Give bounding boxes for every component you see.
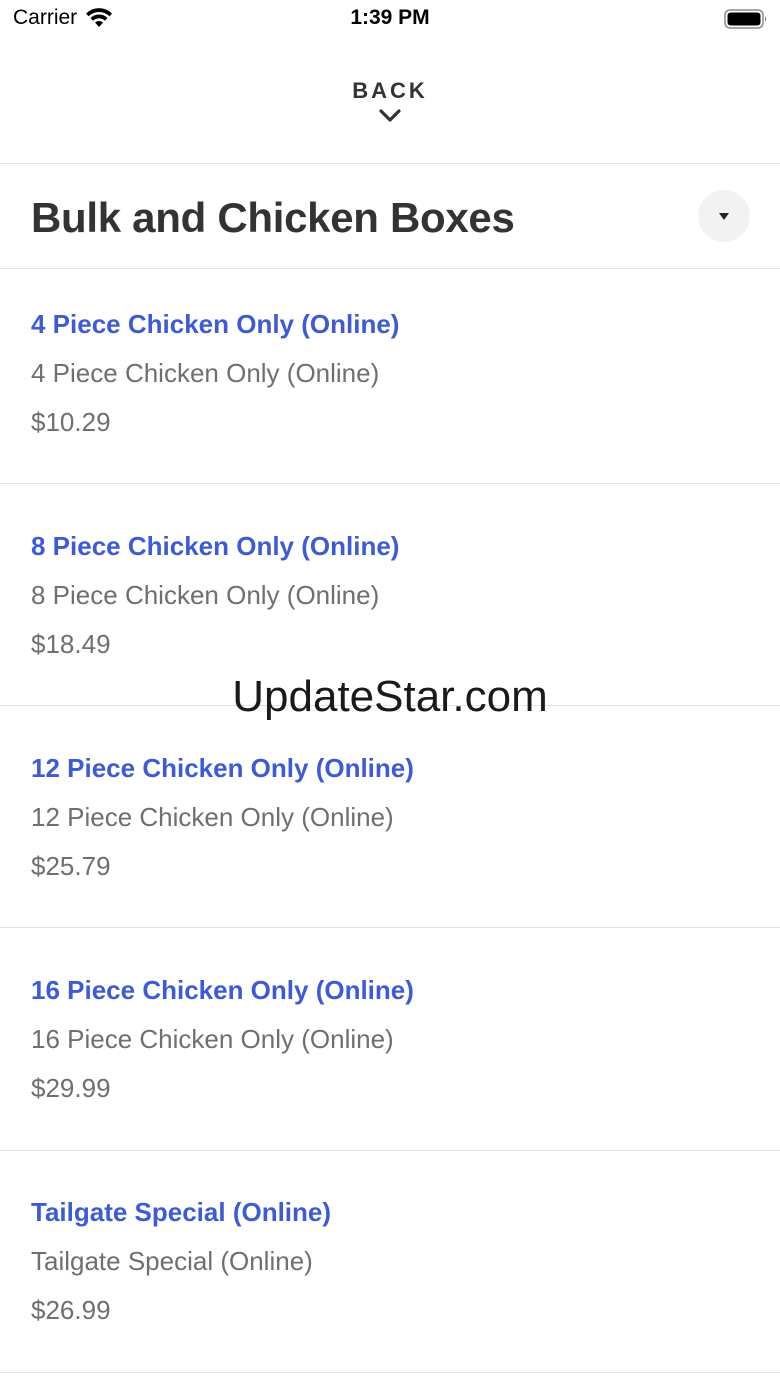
divider: [0, 483, 780, 484]
category-header: Bulk and Chicken Boxes: [0, 164, 780, 268]
divider: [0, 927, 780, 928]
item-description: 16 Piece Chicken Only (Online): [31, 1024, 394, 1054]
item-price: $29.99: [31, 1073, 111, 1103]
item-description: 12 Piece Chicken Only (Online): [31, 802, 394, 832]
menu-item[interactable]: 8 Piece Chicken Only (Online) 8 Piece Ch…: [0, 491, 780, 713]
item-description: 4 Piece Chicken Only (Online): [31, 358, 380, 388]
category-dropdown-button[interactable]: [698, 190, 750, 242]
item-name[interactable]: 16 Piece Chicken Only (Online): [31, 975, 414, 1006]
caret-down-icon: [719, 213, 729, 220]
status-bar: Carrier 1:39 PM: [0, 0, 780, 40]
battery-icon: [724, 9, 768, 29]
menu-item[interactable]: Tailgate Special (Online) Tailgate Speci…: [0, 1157, 780, 1379]
back-label: BACK: [352, 78, 428, 103]
item-price: $26.99: [31, 1295, 111, 1325]
menu-item[interactable]: 16 Piece Chicken Only (Online) 16 Piece …: [0, 935, 780, 1157]
item-name[interactable]: 8 Piece Chicken Only (Online): [31, 531, 399, 562]
category-title: Bulk and Chicken Boxes: [31, 194, 515, 241]
item-description: 8 Piece Chicken Only (Online): [31, 580, 380, 610]
back-button[interactable]: BACK: [0, 78, 780, 138]
item-price: $25.79: [31, 851, 111, 881]
item-price: $18.49: [31, 629, 111, 659]
item-name[interactable]: 12 Piece Chicken Only (Online): [31, 753, 414, 784]
chevron-down-icon: [379, 109, 401, 122]
item-description: Tailgate Special (Online): [31, 1246, 313, 1276]
item-name[interactable]: Tailgate Special (Online): [31, 1197, 331, 1228]
item-price: $10.29: [31, 407, 111, 437]
divider: [0, 1150, 780, 1151]
divider: [0, 1372, 780, 1373]
divider: [0, 705, 780, 706]
item-name[interactable]: 4 Piece Chicken Only (Online): [31, 309, 399, 340]
menu-item[interactable]: 4 Piece Chicken Only (Online) 4 Piece Ch…: [0, 269, 780, 491]
status-time: 1:39 PM: [350, 6, 430, 29]
menu-item[interactable]: 12 Piece Chicken Only (Online) 12 Piece …: [0, 713, 780, 935]
